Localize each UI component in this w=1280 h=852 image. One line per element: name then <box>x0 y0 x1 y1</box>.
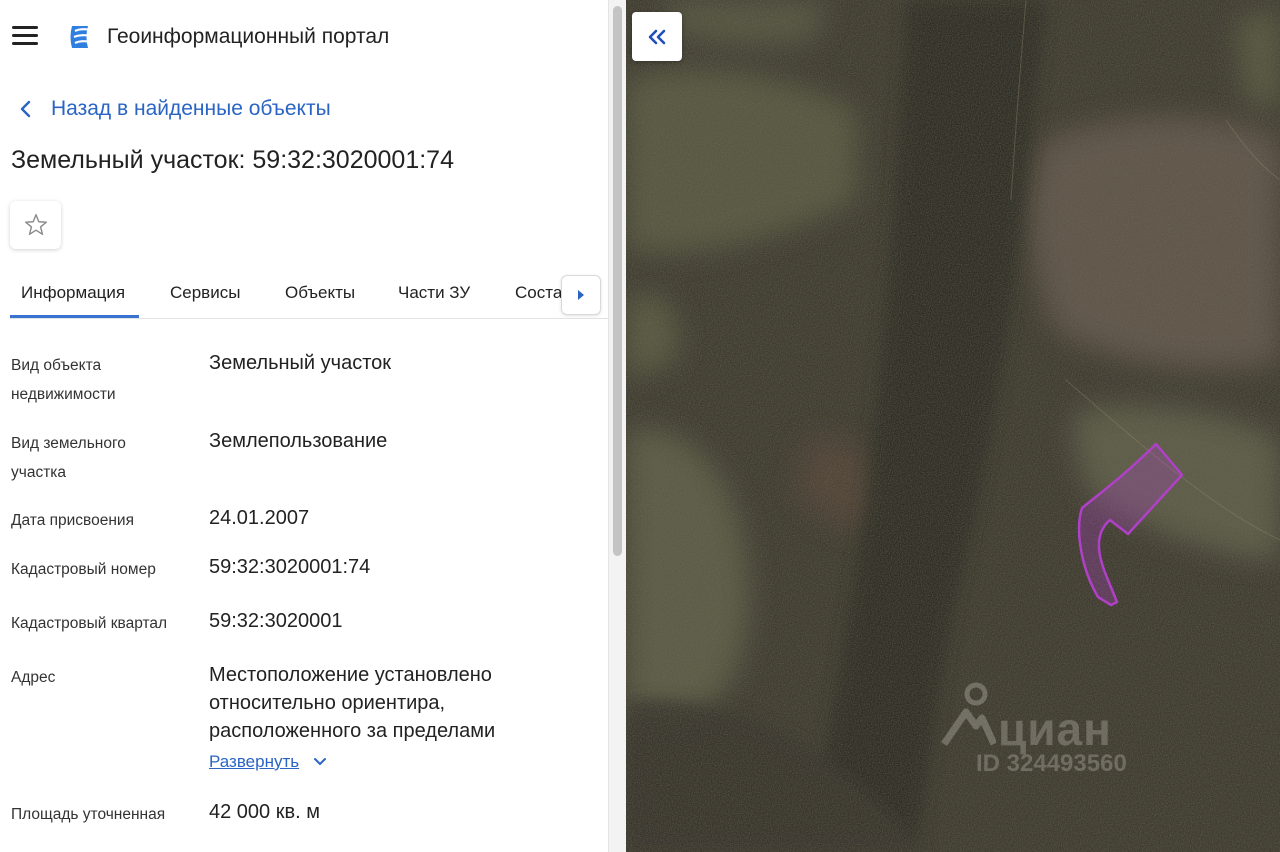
hamburger-menu-icon[interactable] <box>12 24 38 46</box>
detail-label-area: Площадь уточненная <box>11 806 166 823</box>
detail-label-cadastral-quarter: Кадастровый квартал <box>11 615 168 632</box>
detail-value-object-type: Земельный участок <box>209 352 392 374</box>
tab-bar: Информация Сервисы Объекты Части ЗУ Сост… <box>10 270 608 319</box>
app-title: Геоинформационный портал <box>107 25 390 48</box>
info-panel: Геоинформационный портал Назад в найденн… <box>0 0 608 852</box>
detail-value-address: Местоположение установлено относительно … <box>209 664 496 742</box>
detail-value-area: 42 000 кв. м <box>209 801 320 823</box>
back-link-label: Назад в найденные объекты <box>51 97 331 120</box>
active-tab-indicator <box>10 315 139 318</box>
detail-value-assign-date: 24.01.2007 <box>209 507 310 529</box>
expand-address-link[interactable]: Развернуть <box>209 752 327 772</box>
tab-objects[interactable]: Объекты <box>285 283 355 303</box>
detail-value-cadastral-quarter: 59:32:3020001 <box>209 610 343 632</box>
chevron-down-icon <box>314 758 327 765</box>
detail-label-cadastral-number: Кадастровый номер <box>11 561 156 578</box>
tab-services[interactable]: Сервисы <box>170 283 240 303</box>
scrollbar-thumb[interactable] <box>613 6 622 556</box>
tab-information[interactable]: Информация <box>21 283 125 303</box>
pin-logo-icon <box>941 682 996 746</box>
panel-scrollbar[interactable] <box>608 0 626 852</box>
favorite-button[interactable] <box>10 201 61 249</box>
tab-parts[interactable]: Части ЗУ <box>398 283 470 303</box>
watermark-brand: циан <box>998 703 1112 755</box>
detail-value-land-type: Землепользование <box>209 430 388 452</box>
detail-label-land-type: Вид земельного участка <box>11 435 126 481</box>
expand-link-label: Развернуть <box>209 752 300 771</box>
detail-label-object-type: Вид объекта недвижимости <box>11 357 116 403</box>
star-outline-icon <box>24 214 47 236</box>
chevron-left-icon <box>20 100 31 118</box>
detail-label-address: Адрес <box>11 669 56 686</box>
tabs-scroll-right-button[interactable] <box>561 275 601 315</box>
watermark-id: ID 324493560 <box>976 750 1127 777</box>
tab-composition[interactable]: Соста <box>515 283 562 303</box>
back-to-results-link[interactable]: Назад в найденные объекты <box>14 95 331 123</box>
caret-right-icon <box>578 290 584 300</box>
page-title: Земельный участок: 59:32:3020001:74 <box>11 146 454 174</box>
top-bar: Геоинформационный портал <box>0 0 608 72</box>
collapse-panel-button[interactable] <box>632 12 682 61</box>
double-chevron-left-icon <box>648 29 666 44</box>
detail-value-cadastral-number: 59:32:3020001:74 <box>209 556 371 578</box>
detail-label-assign-date: Дата присвоения <box>11 512 134 529</box>
portal-logo-icon <box>70 26 94 48</box>
